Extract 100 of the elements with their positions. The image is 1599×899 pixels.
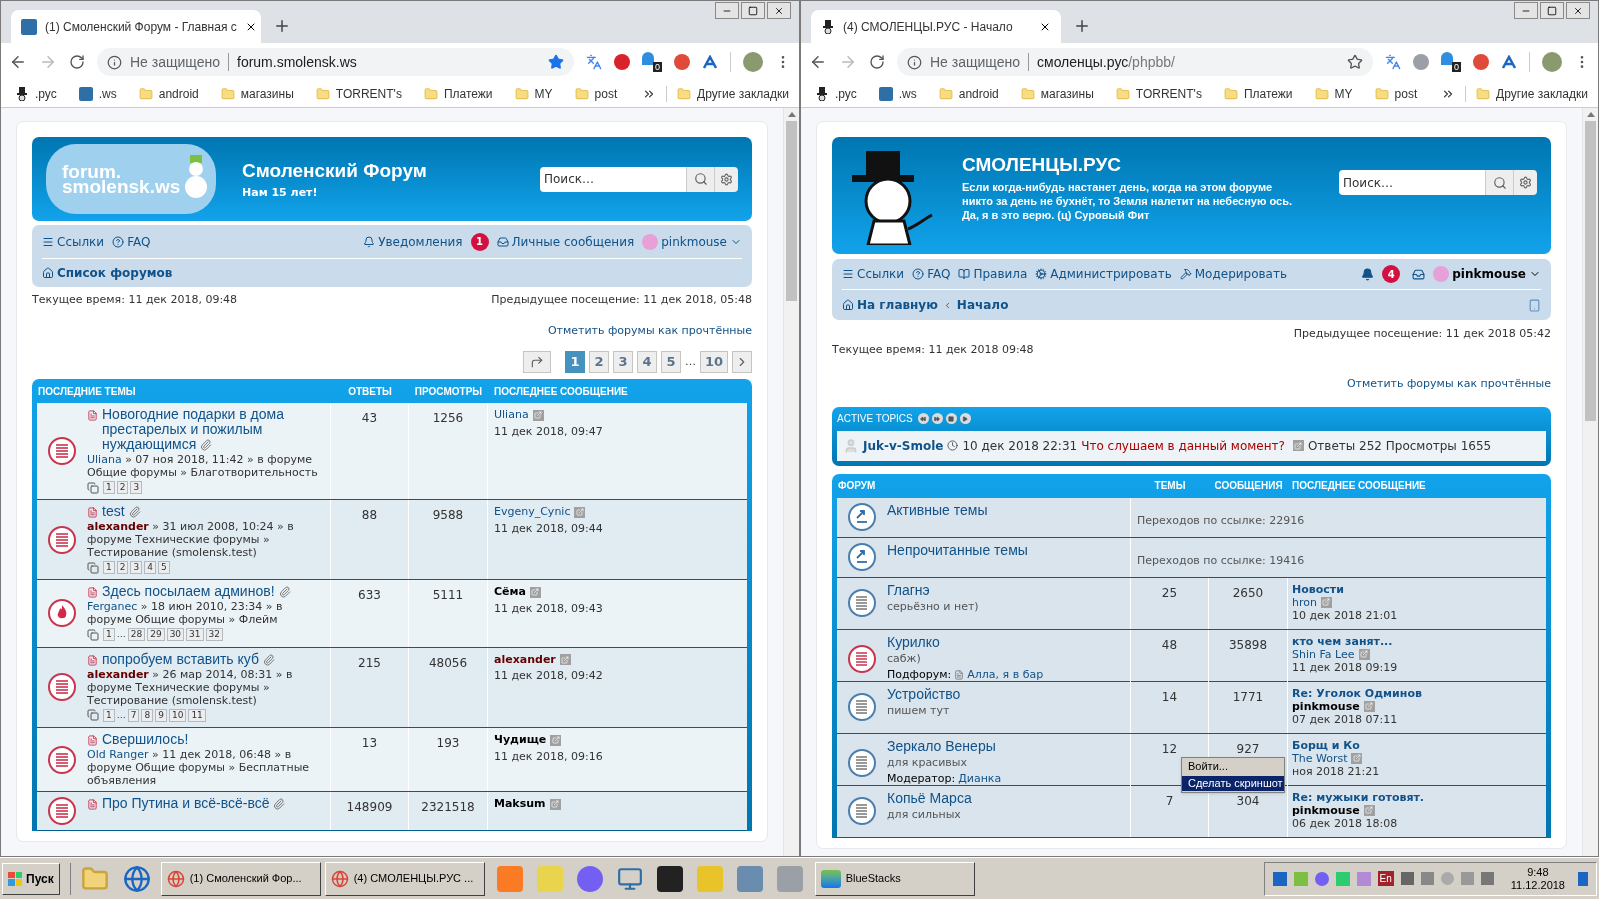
scroll-up-icon[interactable]	[787, 112, 796, 117]
subforum-link[interactable]: Алла, я в бар	[967, 667, 1044, 684]
bookmark[interactable]: post	[570, 85, 622, 103]
back-icon[interactable]	[809, 53, 827, 71]
maximize-button[interactable]	[741, 2, 765, 19]
close-button[interactable]	[767, 2, 791, 19]
page-button[interactable]: 10	[699, 351, 728, 373]
bookmark[interactable]: магазины	[216, 85, 298, 103]
topic-page-link[interactable]: 2	[116, 481, 129, 494]
scroll-up-icon[interactable]	[1586, 112, 1595, 117]
last-post-title[interactable]: Re: мужыки готовят.	[1292, 790, 1425, 804]
moderator-link[interactable]: Дианка	[958, 771, 1002, 788]
rewind-button[interactable]	[917, 413, 929, 424]
search-button[interactable]	[1485, 170, 1513, 195]
author-link[interactable]: Juk-v-Smole	[863, 436, 944, 455]
bookmark[interactable]: android	[134, 85, 203, 103]
last-post-icon[interactable]	[1351, 752, 1363, 764]
app-icon[interactable]	[656, 865, 683, 892]
topic-page-link[interactable]: 30	[166, 628, 185, 642]
bookmark-star-icon[interactable]	[548, 54, 564, 70]
bookmark[interactable]: .рус	[11, 85, 61, 103]
last-post-icon[interactable]	[532, 409, 544, 421]
ghost-extension[interactable]: 0	[1441, 52, 1461, 72]
mark-read-link[interactable]: Отметить форумы как прочтённые	[547, 322, 752, 339]
topic-page-link[interactable]: 2	[116, 561, 129, 574]
nav-link[interactable]: Ссылки	[842, 265, 905, 283]
bookmark[interactable]: .рус	[811, 85, 861, 103]
last-post-icon[interactable]	[550, 734, 562, 746]
last-post-icon[interactable]	[574, 506, 586, 518]
topic-page-link[interactable]: 3	[130, 481, 143, 494]
bookmark[interactable]: .ws	[874, 85, 921, 103]
last-post-title[interactable]: Борщ и Ко	[1292, 738, 1360, 752]
taskbar-button[interactable]: (4) СМОЛЕНЦЫ.РУС ...	[324, 861, 485, 896]
browser-tab[interactable]: (1) Смоленский Форум - Главная с	[11, 10, 261, 43]
forum-title[interactable]: Копьё Марса	[887, 789, 972, 807]
advanced-search-button[interactable]	[714, 166, 738, 192]
topic-page-link[interactable]: 7	[127, 708, 140, 722]
last-post-author[interactable]: Maksum	[494, 796, 546, 813]
fast-forward-button[interactable]	[931, 413, 943, 424]
nav-link[interactable]: Модерировать	[1179, 265, 1287, 283]
reload-icon[interactable]	[869, 54, 885, 70]
nav-link[interactable]: Правила	[958, 265, 1028, 283]
user-menu[interactable]: pinkmouse	[642, 232, 742, 251]
last-post-author[interactable]: The Worst	[1292, 751, 1348, 765]
last-post-icon[interactable]	[1358, 648, 1370, 660]
bookmark[interactable]: MY	[510, 85, 557, 103]
tray-icon[interactable]	[1356, 871, 1371, 886]
mark-read-link[interactable]: Отметить форумы как прочтённые	[1346, 376, 1551, 393]
taskbar-button[interactable]: BlueStacks	[814, 861, 975, 896]
minimize-button[interactable]	[1514, 2, 1538, 19]
last-post-icon[interactable]	[1363, 700, 1375, 712]
close-button[interactable]	[1566, 2, 1590, 19]
new-tab-icon[interactable]	[1073, 17, 1091, 35]
topic-page-link[interactable]: 8	[141, 708, 154, 722]
start-button[interactable]: Пуск	[2, 862, 60, 895]
topic-title[interactable]: Новогодние подарки в дома престарелых и пожилым нуждающимся	[102, 407, 326, 452]
author-link[interactable]: alexander	[87, 520, 149, 533]
topic-page-link[interactable]: 31	[186, 628, 204, 642]
messages-link[interactable]: Личные сообщения	[496, 232, 635, 251]
last-post-author[interactable]: hron	[1292, 595, 1317, 609]
page-button[interactable]: 5	[660, 351, 681, 373]
search-button[interactable]	[686, 166, 714, 192]
play-button[interactable]	[959, 413, 971, 424]
last-post-author[interactable]: Сёма	[494, 584, 526, 601]
bookmark[interactable]: Платежи	[1219, 85, 1297, 103]
topic-page-link[interactable]: 3	[130, 561, 143, 574]
last-post-title[interactable]: Re: Уголок Одминов	[1292, 686, 1422, 700]
last-post-icon[interactable]	[529, 586, 541, 598]
maximize-button[interactable]	[1540, 2, 1564, 19]
language-indicator[interactable]: En	[1377, 871, 1394, 886]
last-post-icon[interactable]	[1363, 804, 1375, 816]
forum-title[interactable]: Курилко	[887, 633, 940, 651]
topic-page-link[interactable]: 11	[188, 708, 206, 722]
other-bookmarks[interactable]: Другие закладки	[1476, 85, 1588, 103]
back-icon[interactable]	[9, 53, 27, 71]
nav-link[interactable]: Ссылки	[42, 232, 105, 251]
topic-link[interactable]: Что слушаем в данный момент?	[1081, 436, 1285, 455]
last-post-author[interactable]: Evgeny_Cynic	[494, 504, 571, 521]
last-post-icon[interactable]	[1292, 440, 1304, 451]
messages-icon[interactable]	[1412, 267, 1426, 281]
author-link[interactable]: alexander	[87, 667, 149, 681]
clock[interactable]: 9:48 11.12.2018	[1510, 865, 1565, 892]
last-post-author[interactable]: alexander	[494, 651, 556, 668]
nav-link[interactable]: На главную	[842, 296, 938, 314]
nav-link[interactable]: FAQ	[112, 232, 151, 251]
address-bar[interactable]: Не защищено forum.smolensk.ws	[97, 48, 574, 76]
page-button[interactable]: 2	[588, 351, 609, 373]
forum-title[interactable]: Глагнэ	[887, 581, 930, 599]
notifications-icon[interactable]	[1361, 267, 1375, 281]
forum-title[interactable]: Активные темы	[887, 501, 988, 519]
stop-button[interactable]	[945, 413, 957, 424]
last-post-author[interactable]: Чудище	[494, 732, 547, 749]
author-link[interactable]: Uliana	[87, 453, 122, 466]
author-link[interactable]: Ferganec	[87, 600, 138, 613]
ghost-extension[interactable]: 0	[642, 52, 662, 72]
forward-icon[interactable]	[39, 53, 57, 71]
topic-title[interactable]: Здесь посылаем админов!	[102, 584, 291, 599]
forum-title[interactable]: Непрочитанные темы	[887, 541, 1028, 559]
tray-icon[interactable]	[1314, 871, 1329, 886]
topic-page-link[interactable]: 1	[103, 628, 115, 642]
